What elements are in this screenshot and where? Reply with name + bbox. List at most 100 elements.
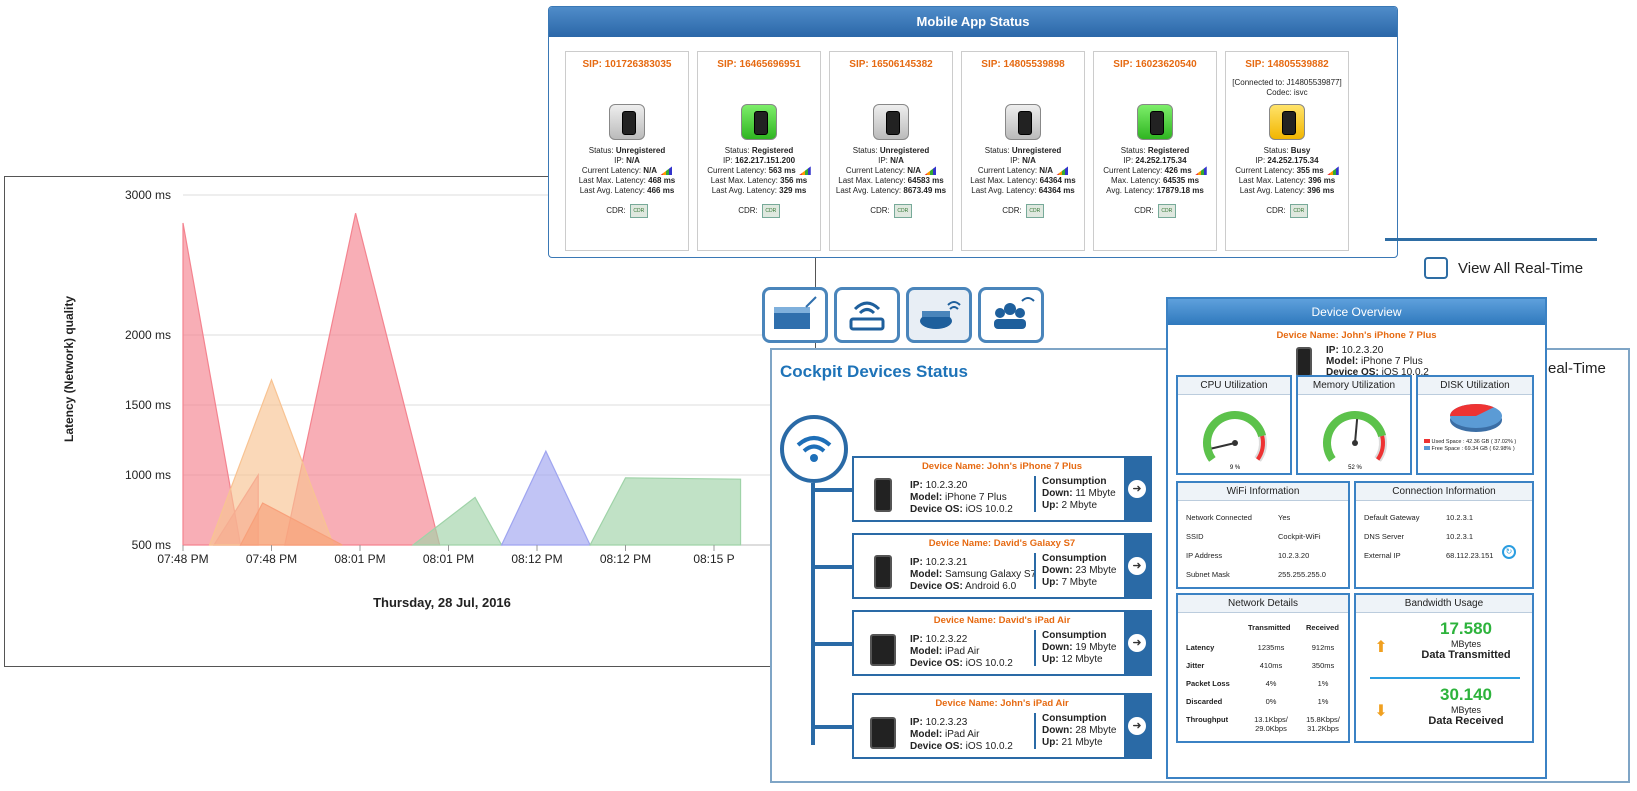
disk-used-legend: Used Space : 42.36 GB ( 37.02% ) — [1431, 439, 1517, 445]
signal-bars-icon[interactable] — [1194, 166, 1207, 176]
phone-status-icon — [1269, 104, 1305, 140]
current-latency-label: Current Latency: — [845, 166, 906, 175]
device-name: Device Name: John's iPhone 7 Plus — [921, 461, 1083, 472]
device-os: iOS 10.0.2 — [965, 504, 1013, 515]
network-row-metric: Jitter — [1186, 661, 1205, 670]
device-detail-button[interactable]: ➜ — [1124, 535, 1150, 597]
view-all-checkbox[interactable] — [1424, 257, 1448, 279]
device-model-label: Model: — [910, 646, 943, 657]
current-latency-value: 426 ms — [1164, 166, 1192, 175]
device-card[interactable]: Device Name: John's iPad Air IP: 10.2.3.… — [852, 693, 1152, 759]
refresh-ip-icon[interactable]: ↻ — [1502, 545, 1516, 559]
wifi-information-title: WiFi Information — [1178, 483, 1348, 501]
network-row-metric: Latency — [1186, 643, 1215, 652]
signal-bars-icon[interactable] — [1326, 166, 1339, 176]
cdr-file-icon[interactable]: CDR — [1289, 204, 1308, 218]
device-card[interactable]: Device Name: David's iPad Air IP: 10.2.3… — [852, 610, 1152, 676]
tab-satellite-icon[interactable] — [762, 287, 828, 343]
sip-card[interactable]: SIP: 16023620540 Status: Registered IP: … — [1093, 51, 1217, 251]
sip-card[interactable]: SIP: 16506145382 Status: Unregistered IP… — [829, 51, 953, 251]
signal-bars-icon[interactable] — [1056, 166, 1069, 176]
gauge-needle — [1211, 442, 1236, 450]
cdr-file-icon[interactable]: CDR — [1025, 204, 1044, 218]
phone-status-icon — [1137, 104, 1173, 140]
phone-status-icon — [741, 104, 777, 140]
cockpit-devices-title: Cockpit Devices Status — [780, 362, 969, 381]
ip-label: IP: — [722, 156, 733, 165]
max-latency-label: Last Max. Latency: — [1238, 176, 1306, 185]
bandwidth-tx-unit: MBytes — [1450, 639, 1481, 649]
device-os-label: Device OS: — [910, 504, 963, 515]
cdr-label: CDR: — [606, 206, 626, 216]
avg-latency-value: 64364 ms — [1038, 186, 1075, 195]
device-model: iPhone 7 Plus — [945, 492, 1007, 503]
device-detail-button[interactable]: ➜ — [1124, 612, 1150, 674]
max-latency-value: 396 ms — [1308, 176, 1336, 185]
up-label: Up: — [1042, 577, 1059, 588]
device-os: iOS 10.0.2 — [965, 741, 1013, 752]
wifi-row-value: Cockpit-WiFi — [1278, 532, 1321, 541]
sip-connected-to — [962, 78, 1084, 88]
current-latency-label: Current Latency: — [1103, 166, 1163, 175]
wifi-row-key: Network Connected — [1186, 513, 1252, 522]
avg-latency-label: Last Avg. Latency: — [835, 186, 902, 195]
status-value: Unregistered — [1011, 146, 1062, 155]
cdr-label: CDR: — [870, 206, 890, 216]
x-tick-label: 08:01 PM — [334, 552, 385, 566]
mobile-app-status-title: Mobile App Status — [549, 7, 1397, 37]
network-row-rx: 1% — [1317, 697, 1329, 706]
device-card[interactable]: Device Name: John's iPhone 7 Plus IP: 10… — [852, 456, 1152, 522]
device-overview-title: Device Overview — [1168, 299, 1545, 325]
signal-bars-icon[interactable] — [660, 166, 673, 176]
down-label: Down: — [1042, 725, 1073, 736]
consumption-label: Consumption — [1042, 553, 1107, 564]
network-row-metric: Packet Loss — [1186, 679, 1230, 688]
view-all-realtime-toggle[interactable]: View All Real-Time — [1424, 257, 1583, 279]
network-row-rx: 1% — [1317, 679, 1329, 688]
wifi-row-value: 255.255.255.0 — [1278, 570, 1326, 579]
avg-latency-label: Last Avg. Latency: — [711, 186, 777, 195]
cdr-file-icon[interactable]: CDR — [761, 204, 780, 218]
wifi-row-key: Subnet Mask — [1186, 570, 1230, 579]
current-latency-value: N/A — [907, 166, 922, 175]
sip-codec — [698, 88, 820, 98]
up-label: Up: — [1042, 500, 1059, 511]
avg-latency-label: Last Avg. Latency: — [1239, 186, 1305, 195]
tab-pilot-wifi-icon[interactable] — [906, 287, 972, 343]
mobile-app-status-panel: Mobile App Status SIP: 101726383035 Stat… — [548, 6, 1398, 258]
bandwidth-divider — [1370, 677, 1520, 679]
cdr-file-icon[interactable]: CDR — [893, 204, 912, 218]
device-ip-label: IP: — [910, 634, 923, 645]
sip-card[interactable]: SIP: 14805539898 Status: Unregistered IP… — [961, 51, 1085, 251]
connection-information-title: Connection Information — [1356, 483, 1532, 501]
signal-bars-icon[interactable] — [924, 166, 937, 176]
tab-router-icon[interactable] — [834, 287, 900, 343]
current-latency-value: N/A — [1039, 166, 1054, 175]
sip-card[interactable]: SIP: 16465696951 Status: Registered IP: … — [697, 51, 821, 251]
y-tick-label: 3000 ms — [125, 188, 171, 202]
network-row-tx: 4% — [1265, 679, 1277, 688]
disk-pie-chart — [1450, 404, 1502, 432]
cdr-file-icon[interactable]: CDR — [1157, 204, 1176, 218]
cdr-file-icon[interactable]: CDR — [629, 204, 648, 218]
signal-bars-icon[interactable] — [798, 166, 811, 176]
cdr-label: CDR: — [738, 206, 758, 216]
tab-crew-wifi-icon[interactable] — [978, 287, 1044, 343]
connection-row-value: 10.2.3.1 — [1446, 513, 1474, 522]
device-detail-button[interactable]: ➜ — [1124, 458, 1150, 520]
up-label: Up: — [1042, 654, 1059, 665]
sip-card[interactable]: SIP: 101726383035 Status: Unregistered I… — [565, 51, 689, 251]
current-latency-value: 355 ms — [1296, 166, 1324, 175]
consumption-label: Consumption — [1042, 713, 1107, 724]
device-model: iPad Air — [945, 729, 980, 740]
sip-number: SIP: 16023620540 — [1113, 59, 1197, 70]
sip-codec: Codec: isvc — [1266, 88, 1308, 97]
device-card[interactable]: Device Name: David's Galaxy S7 IP: 10.2.… — [852, 533, 1152, 599]
sip-card[interactable]: SIP: 14805539882 [Connected to: J1480553… — [1225, 51, 1349, 251]
device-ip: 10.2.3.21 — [925, 557, 968, 568]
bandwidth-rx-label: Data Received — [1428, 715, 1504, 727]
bandwidth-usage-title: Bandwidth Usage — [1356, 595, 1532, 613]
y-tick-label: 1500 ms — [125, 398, 171, 412]
device-detail-button[interactable]: ➜ — [1124, 695, 1150, 757]
ip-label: IP: — [878, 156, 888, 165]
